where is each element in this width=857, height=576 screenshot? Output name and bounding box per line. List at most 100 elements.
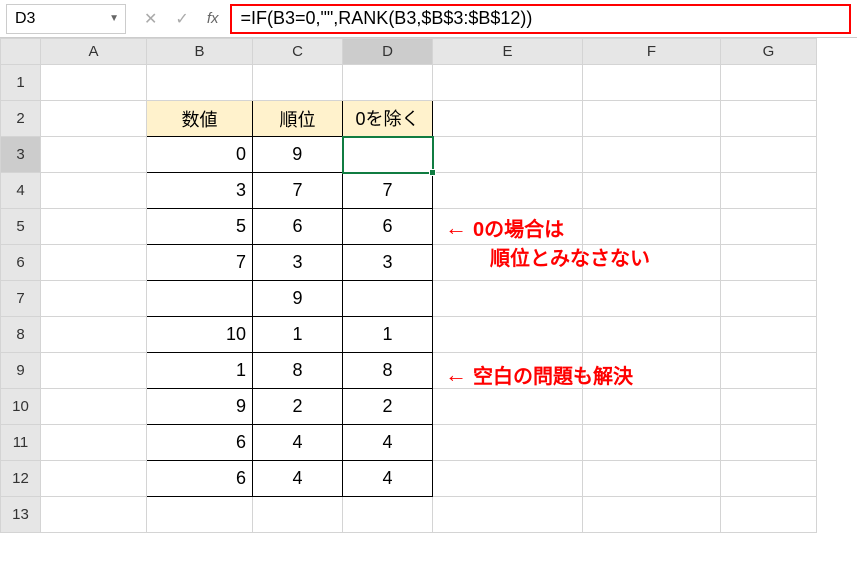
cell[interactable]: [41, 281, 147, 317]
cell[interactable]: [583, 137, 721, 173]
cell[interactable]: [147, 497, 253, 533]
table-cell[interactable]: 1: [343, 317, 433, 353]
formula-input[interactable]: =IF(B3=0,"",RANK(B3,$B$3:$B$12)): [230, 4, 851, 34]
cell[interactable]: [41, 389, 147, 425]
cell[interactable]: [433, 425, 583, 461]
table-cell[interactable]: 0: [147, 137, 253, 173]
table-cell[interactable]: 6: [147, 425, 253, 461]
table-header-excl[interactable]: 0を除く: [343, 101, 433, 137]
row-header[interactable]: 2: [1, 101, 41, 137]
cell[interactable]: [433, 317, 583, 353]
cell[interactable]: [721, 65, 817, 101]
cell[interactable]: [41, 461, 147, 497]
cell[interactable]: [433, 173, 583, 209]
cell[interactable]: [721, 101, 817, 137]
cell[interactable]: [253, 497, 343, 533]
cell[interactable]: [41, 317, 147, 353]
table-cell[interactable]: 6: [343, 209, 433, 245]
table-cell[interactable]: 1: [253, 317, 343, 353]
table-cell[interactable]: 4: [343, 425, 433, 461]
cell[interactable]: [583, 425, 721, 461]
cancel-icon[interactable]: ✕: [144, 9, 157, 29]
cell[interactable]: [721, 389, 817, 425]
cell[interactable]: [147, 65, 253, 101]
table-cell[interactable]: 7: [253, 173, 343, 209]
spreadsheet-grid[interactable]: A B C D E F G 1 2 数値 順位 0を除く 3 0 9 4377 …: [0, 38, 817, 533]
cell[interactable]: [583, 173, 721, 209]
table-cell[interactable]: [147, 281, 253, 317]
table-cell[interactable]: 4: [253, 461, 343, 497]
col-header-f[interactable]: F: [583, 39, 721, 65]
cell[interactable]: [721, 173, 817, 209]
table-cell[interactable]: 5: [147, 209, 253, 245]
table-cell[interactable]: 9: [147, 389, 253, 425]
row-header[interactable]: 10: [1, 389, 41, 425]
cell[interactable]: [41, 101, 147, 137]
row-header[interactable]: 7: [1, 281, 41, 317]
cell[interactable]: [721, 461, 817, 497]
row-header[interactable]: 6: [1, 245, 41, 281]
cell[interactable]: [721, 497, 817, 533]
cell[interactable]: [343, 65, 433, 101]
fx-icon[interactable]: fx: [207, 10, 219, 27]
table-cell[interactable]: 9: [253, 281, 343, 317]
cell[interactable]: [583, 65, 721, 101]
row-header[interactable]: 11: [1, 425, 41, 461]
cell[interactable]: [41, 353, 147, 389]
col-header-e[interactable]: E: [433, 39, 583, 65]
table-cell[interactable]: 7: [343, 173, 433, 209]
cell[interactable]: [583, 497, 721, 533]
cell[interactable]: [721, 209, 817, 245]
cell[interactable]: [433, 461, 583, 497]
cell[interactable]: [583, 317, 721, 353]
row-header[interactable]: 1: [1, 65, 41, 101]
row-header[interactable]: 8: [1, 317, 41, 353]
col-header-c[interactable]: C: [253, 39, 343, 65]
table-cell[interactable]: 4: [253, 425, 343, 461]
table-cell[interactable]: 4: [343, 461, 433, 497]
table-cell[interactable]: 6: [253, 209, 343, 245]
cell[interactable]: [721, 317, 817, 353]
row-header[interactable]: 4: [1, 173, 41, 209]
cell[interactable]: [721, 425, 817, 461]
table-cell[interactable]: 3: [343, 245, 433, 281]
table-cell[interactable]: 9: [253, 137, 343, 173]
col-header-b[interactable]: B: [147, 39, 253, 65]
enter-icon[interactable]: ✓: [175, 9, 188, 29]
chevron-down-icon[interactable]: ▼: [109, 13, 119, 24]
table-cell[interactable]: [343, 281, 433, 317]
cell[interactable]: [433, 281, 583, 317]
cell[interactable]: [583, 209, 721, 245]
fill-handle[interactable]: [429, 169, 436, 176]
cell[interactable]: [433, 389, 583, 425]
cell[interactable]: [343, 497, 433, 533]
cell[interactable]: [583, 281, 721, 317]
col-header-a[interactable]: A: [41, 39, 147, 65]
cell[interactable]: [41, 497, 147, 533]
cell[interactable]: [41, 65, 147, 101]
cell[interactable]: [583, 389, 721, 425]
cell[interactable]: [433, 497, 583, 533]
cell[interactable]: [433, 137, 583, 173]
name-box[interactable]: D3 ▼: [6, 4, 126, 34]
table-cell[interactable]: 2: [343, 389, 433, 425]
table-cell[interactable]: 1: [147, 353, 253, 389]
cell[interactable]: [253, 65, 343, 101]
cell[interactable]: [41, 209, 147, 245]
cell[interactable]: [583, 461, 721, 497]
table-cell[interactable]: 2: [253, 389, 343, 425]
cell[interactable]: [41, 245, 147, 281]
cell[interactable]: [721, 281, 817, 317]
row-header[interactable]: 12: [1, 461, 41, 497]
row-header[interactable]: 9: [1, 353, 41, 389]
cell[interactable]: [41, 137, 147, 173]
table-header-value[interactable]: 数値: [147, 101, 253, 137]
row-header[interactable]: 3: [1, 137, 41, 173]
table-cell[interactable]: 7: [147, 245, 253, 281]
cell[interactable]: [433, 65, 583, 101]
cell[interactable]: [721, 137, 817, 173]
cell[interactable]: [41, 173, 147, 209]
selected-cell[interactable]: [343, 137, 433, 173]
table-cell[interactable]: 8: [253, 353, 343, 389]
row-header[interactable]: 5: [1, 209, 41, 245]
